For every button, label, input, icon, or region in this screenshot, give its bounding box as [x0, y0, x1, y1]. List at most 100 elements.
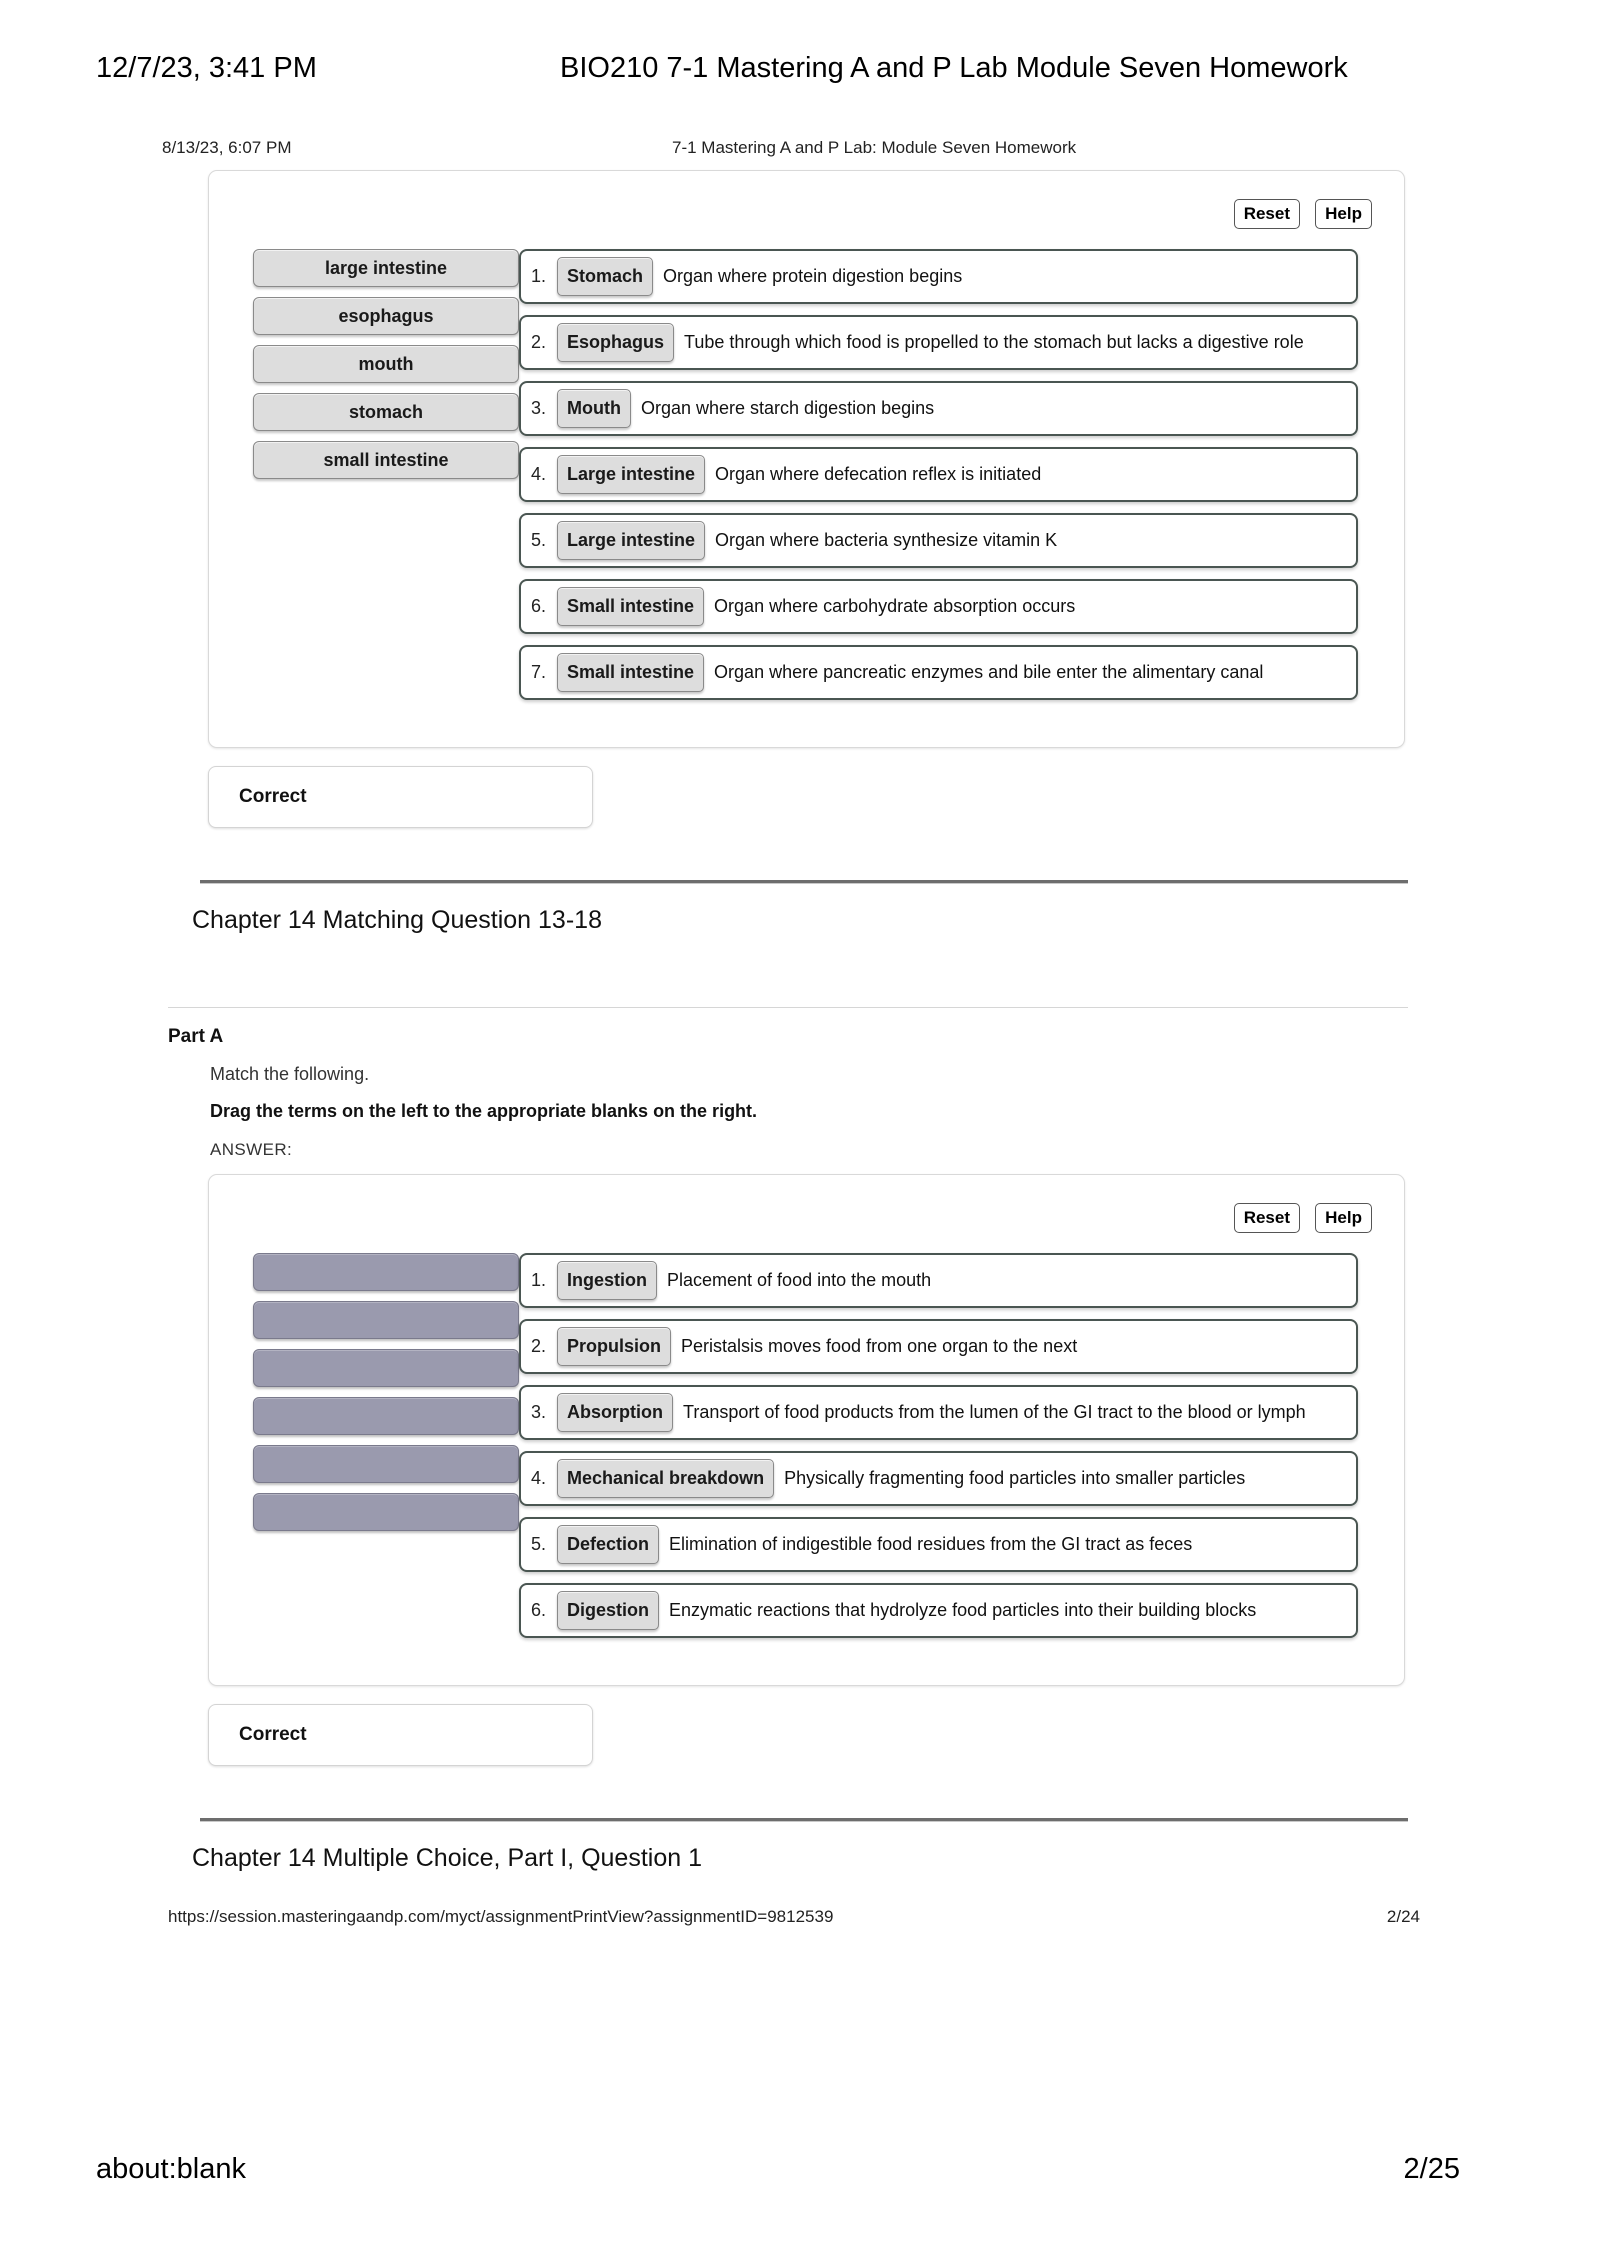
answer-slot-row[interactable]: 2. Esophagus Tube through which food is … [519, 315, 1358, 370]
slot-description: Physically fragmenting food particles in… [784, 1468, 1246, 1488]
exercise-two-body: 1. Ingestion Placement of food into the … [209, 1241, 1404, 1685]
slot-number: 3. [531, 398, 547, 418]
part-instruction-bold: Drag the terms on the left to the approp… [210, 1101, 758, 1121]
feedback-box-two: Correct [208, 1704, 593, 1766]
feedback-status-text: Correct [239, 1724, 307, 1745]
slot-number: 3. [531, 1402, 547, 1422]
chapter-separator [200, 1818, 1408, 1822]
slot-description: Peristalsis moves food from one organ to… [681, 1336, 1078, 1356]
term-chip-used[interactable] [253, 1349, 519, 1387]
slot-number: 5. [531, 1534, 547, 1554]
browser-print-date: 12/7/23, 3:41 PM [96, 51, 317, 84]
term-chip-used[interactable] [253, 1301, 519, 1339]
slot-number: 7. [531, 662, 547, 682]
term-chip-used[interactable] [253, 1493, 519, 1531]
chapter-heading-one: Chapter 14 Matching Question 13-18 [192, 906, 602, 934]
slot-description: Organ where protein digestion begins [663, 266, 963, 286]
term-chip[interactable]: small intestine [253, 441, 519, 479]
feedback-box-one: Correct [208, 766, 593, 828]
slot-number: 2. [531, 1336, 547, 1356]
document-header-title: 7-1 Mastering A and P Lab: Module Seven … [672, 138, 1077, 157]
answer-slot-row[interactable]: 5. Defection Elimination of indigestible… [519, 1517, 1358, 1572]
exercise-one-toolbar: Reset Help [209, 171, 1404, 237]
slot-answer-chip[interactable]: Small intestine [557, 653, 705, 692]
answer-slot-row[interactable]: 4. Large intestine Organ where defecatio… [519, 447, 1358, 502]
slot-answer-chip[interactable]: Propulsion [557, 1327, 671, 1366]
document-footer-page: 2/24 [1386, 1907, 1420, 1926]
answer-slot-row[interactable]: 6. Small intestine Organ where carbohydr… [519, 579, 1358, 634]
answer-slot-row[interactable]: 6. Digestion Enzymatic reactions that hy… [519, 1583, 1358, 1638]
slot-description: Elimination of indigestible food residue… [669, 1534, 1193, 1554]
slot-number: 1. [531, 1270, 547, 1290]
exercise-two-slots: 1. Ingestion Placement of food into the … [519, 1241, 1404, 1649]
exercise-one-term-bank: large intestine esophagus mouth stomach … [209, 237, 519, 711]
help-button[interactable]: Help [1315, 199, 1372, 229]
answer-slot-row[interactable]: 5. Large intestine Organ where bacteria … [519, 513, 1358, 568]
slot-description: Organ where starch digestion begins [640, 398, 935, 418]
slot-answer-chip[interactable]: Absorption [557, 1393, 673, 1432]
exercise-panel-one: Reset Help large intestine esophagus mou… [208, 170, 1405, 748]
browser-print-footer: about:blank 2/25 [0, 2153, 1600, 2193]
slot-description: Placement of food into the mouth [667, 1270, 932, 1290]
term-chip[interactable]: mouth [253, 345, 519, 383]
answer-slot-row[interactable]: 3. Mouth Organ where starch digestion be… [519, 381, 1358, 436]
chapter-heading-two: Chapter 14 Multiple Choice, Part I, Ques… [192, 1844, 702, 1872]
term-chip-used[interactable] [253, 1253, 519, 1291]
slot-description: Organ where bacteria synthesize vitamin … [715, 530, 1058, 550]
term-chip-used[interactable] [253, 1397, 519, 1435]
term-chip[interactable]: large intestine [253, 249, 519, 287]
slot-answer-chip[interactable]: Mouth [557, 389, 631, 428]
slot-number: 5. [531, 530, 547, 550]
browser-footer-url: about:blank [96, 2153, 246, 2185]
answer-slot-row[interactable]: 7. Small intestine Organ where pancreati… [519, 645, 1358, 700]
answer-slot-row[interactable]: 1. Stomach Organ where protein digestion… [519, 249, 1358, 304]
document-footer-url: https://session.masteringaandp.com/myct/… [168, 1907, 834, 1926]
slot-number: 2. [531, 332, 547, 352]
exercise-one-slots: 1. Stomach Organ where protein digestion… [519, 237, 1404, 711]
slot-answer-chip[interactable]: Defection [557, 1525, 660, 1564]
browser-footer-page: 2/25 [1403, 2153, 1460, 2185]
slot-description: Organ where pancreatic enzymes and bile … [714, 662, 1264, 682]
term-chip[interactable]: esophagus [253, 297, 519, 335]
term-chip-used[interactable] [253, 1445, 519, 1483]
document-header-date: 8/13/23, 6:07 PM [162, 138, 292, 157]
slot-answer-chip[interactable]: Stomach [557, 257, 654, 296]
document-body: 8/13/23, 6:07 PM 7-1 Mastering A and P L… [0, 136, 1600, 1937]
slot-description: Tube through which food is propelled to … [684, 332, 1304, 352]
slot-answer-chip[interactable]: Large intestine [557, 521, 706, 560]
slot-number: 6. [531, 596, 547, 616]
browser-print-header: 12/7/23, 3:41 PM BIO210 7-1 Mastering A … [0, 48, 1600, 88]
exercise-one-body: large intestine esophagus mouth stomach … [209, 237, 1404, 747]
browser-print-title: BIO210 7-1 Mastering A and P Lab Module … [560, 51, 1348, 84]
answer-slot-row[interactable]: 2. Propulsion Peristalsis moves food fro… [519, 1319, 1358, 1374]
slot-number: 1. [531, 266, 547, 286]
slot-description: Enzymatic reactions that hydrolyze food … [669, 1600, 1257, 1620]
term-chip[interactable]: stomach [253, 393, 519, 431]
slot-number: 4. [531, 464, 547, 484]
feedback-status-text: Correct [239, 786, 307, 807]
reset-button[interactable]: Reset [1233, 199, 1300, 229]
answer-slot-row[interactable]: 3. Absorption Transport of food products… [519, 1385, 1358, 1440]
chapter-separator [200, 880, 1408, 884]
slot-answer-chip[interactable]: Digestion [557, 1591, 660, 1630]
slot-answer-chip[interactable]: Ingestion [557, 1261, 657, 1300]
answer-slot-row[interactable]: 4. Mechanical breakdown Physically fragm… [519, 1451, 1358, 1506]
slot-number: 4. [531, 1468, 547, 1488]
answer-label: ANSWER: [210, 1140, 293, 1159]
answer-slot-row[interactable]: 1. Ingestion Placement of food into the … [519, 1253, 1358, 1308]
slot-answer-chip[interactable]: Large intestine [557, 455, 706, 494]
slot-answer-chip[interactable]: Mechanical breakdown [557, 1459, 775, 1498]
exercise-two-toolbar: Reset Help [209, 1175, 1404, 1241]
document-header: 8/13/23, 6:07 PM 7-1 Mastering A and P L… [0, 136, 1600, 170]
reset-button[interactable]: Reset [1233, 1203, 1300, 1233]
slot-number: 6. [531, 1600, 547, 1620]
slot-answer-chip[interactable]: Esophagus [557, 323, 675, 362]
help-button[interactable]: Help [1315, 1203, 1372, 1233]
slot-description: Organ where defecation reflex is initiat… [715, 464, 1042, 484]
document-footer: https://session.masteringaandp.com/myct/… [0, 1907, 1600, 1937]
part-label: Part A [168, 1026, 224, 1047]
slot-answer-chip[interactable]: Small intestine [557, 587, 705, 626]
slot-description: Transport of food products from the lume… [683, 1402, 1306, 1422]
part-instruction: Match the following. [210, 1064, 370, 1084]
slot-description: Organ where carbohydrate absorption occu… [714, 596, 1076, 616]
